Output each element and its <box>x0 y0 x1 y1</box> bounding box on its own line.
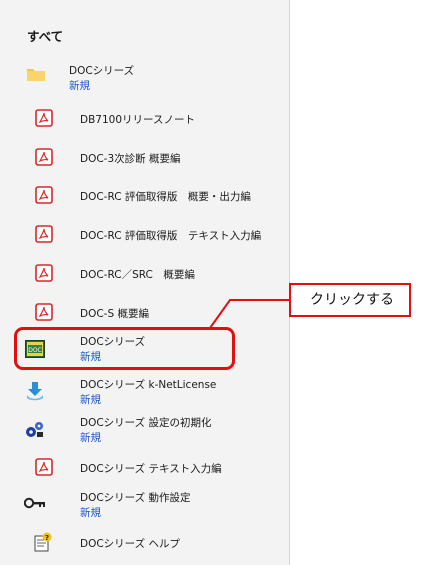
app-item-label: DOCシリーズ ヘルプ <box>80 538 180 550</box>
app-item-doc-series-k-netlicense[interactable]: DOCシリーズ k-NetLicense 新規 <box>0 376 289 408</box>
svg-text:?: ? <box>45 534 49 542</box>
app-item-doc-series-operation-settings[interactable]: DOCシリーズ 動作設定 新規 <box>0 487 289 521</box>
folder-icon <box>26 66 46 82</box>
app-item-doc-series-text-input[interactable]: DOCシリーズ テキスト入力編 <box>0 455 289 479</box>
download-arrow-icon <box>25 381 45 401</box>
app-item-badge-new: 新規 <box>80 432 101 444</box>
app-item-db7100-release-notes[interactable]: DB7100リリースノート <box>0 106 289 130</box>
key-icon <box>24 496 46 510</box>
start-menu-app-list: すべて DOCシリーズ 新規 DB7100リリースノート DOC-3次診断 概要… <box>0 0 290 565</box>
section-header-all: すべて <box>27 29 64 44</box>
pdf-icon <box>35 303 53 321</box>
app-item-badge-new: 新規 <box>80 394 101 406</box>
pdf-icon <box>35 458 53 476</box>
app-item-label: DOC-3次診断 概要編 <box>80 153 181 165</box>
app-item-label: DOC-RC／SRC 概要編 <box>80 269 195 281</box>
app-item-label: DOC-RC 評価取得版 概要・出力編 <box>80 191 251 203</box>
app-item-label: DOCシリーズ k-NetLicense <box>80 379 217 391</box>
app-item-badge-new: 新規 <box>69 80 90 92</box>
app-item-label: DOC-RC 評価取得版 テキスト入力編 <box>80 230 262 242</box>
pdf-icon <box>35 225 53 243</box>
pdf-icon <box>35 109 53 127</box>
pdf-icon <box>35 148 53 166</box>
app-item-doc-series-folder[interactable]: DOCシリーズ 新規 <box>0 60 289 96</box>
app-item-doc-rc-overview-output[interactable]: DOC-RC 評価取得版 概要・出力編 <box>0 183 289 207</box>
app-item-label: DOCシリーズ <box>69 65 135 77</box>
app-item-doc-series-reset-settings[interactable]: DOCシリーズ 設定の初期化 新規 <box>0 412 289 446</box>
pdf-icon <box>35 186 53 204</box>
callout-box: クリックする <box>289 283 411 317</box>
app-item-label: DB7100リリースノート <box>80 114 195 126</box>
app-item-doc-rc-src-overview[interactable]: DOC-RC／SRC 概要編 <box>0 261 289 285</box>
app-item-doc-series-help[interactable]: ? DOCシリーズ ヘルプ <box>0 530 289 554</box>
app-item-doc-3ji-shindan-overview[interactable]: DOC-3次診断 概要編 <box>0 145 289 169</box>
app-item-label: DOCシリーズ 動作設定 <box>80 492 191 504</box>
highlight-box <box>14 327 235 370</box>
app-item-label: DOCシリーズ テキスト入力編 <box>80 463 222 475</box>
puzzle-gear-icon <box>25 419 45 439</box>
app-item-label: DOCシリーズ 設定の初期化 <box>80 417 212 429</box>
app-item-label: DOC-S 概要編 <box>80 308 149 320</box>
app-item-doc-s-overview[interactable]: DOC-S 概要編 <box>0 300 289 324</box>
help-file-icon: ? <box>34 532 52 552</box>
callout-text: クリックする <box>310 292 394 308</box>
app-item-badge-new: 新規 <box>80 507 101 519</box>
app-item-doc-rc-text-input[interactable]: DOC-RC 評価取得版 テキスト入力編 <box>0 222 289 246</box>
pdf-icon <box>35 264 53 282</box>
